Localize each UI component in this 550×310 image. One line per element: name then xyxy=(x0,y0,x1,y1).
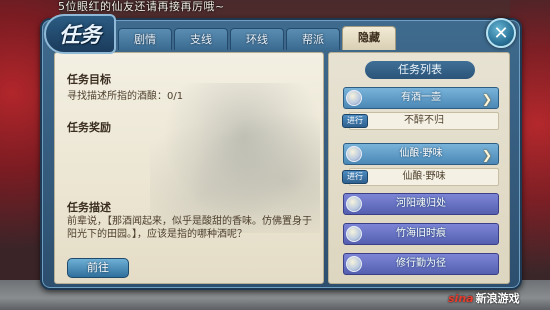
goal-text: 寻找描述所指的酒酿：0/1 xyxy=(67,91,184,102)
goal-title: 任务目标 xyxy=(67,73,111,86)
close-button[interactable]: ✕ xyxy=(486,18,516,48)
in-progress-badge: 进行 xyxy=(342,170,368,184)
quest-icon xyxy=(346,226,362,242)
quest-item-label: 河阳魂归处 xyxy=(396,198,446,209)
quest-list-panel: 任务列表 有酒一壶 ❯ 进行 不醉不归 仙酿·野味 ❯ 进行 仙酿·野味 河阳魂… xyxy=(328,52,510,284)
quest-icon xyxy=(346,90,362,106)
in-progress-badge: 进行 xyxy=(342,114,368,128)
tab-side[interactable]: 支线 xyxy=(174,28,228,50)
reward-title: 任务奖励 xyxy=(67,121,111,134)
tab-loop[interactable]: 环线 xyxy=(230,28,284,50)
quest-item-xiuxing[interactable]: 修行勤为径 xyxy=(343,253,499,275)
watermark-text: 新浪游戏 xyxy=(475,292,520,305)
quest-item-label: 竹海旧时痕 xyxy=(396,228,446,239)
sina-watermark: sina 新浪游戏 xyxy=(448,290,520,306)
chevron-down-icon: ❯ xyxy=(481,92,492,106)
tab-guild[interactable]: 帮派 xyxy=(286,28,340,50)
chevron-down-icon: ❯ xyxy=(481,148,492,162)
quest-subitem-xianniang-yewei[interactable]: 进行 仙酿·野味 xyxy=(342,168,499,186)
tab-story[interactable]: 剧情 xyxy=(118,28,172,50)
quest-item-heyang[interactable]: 河阳魂归处 xyxy=(343,193,499,215)
quest-subitem-label: 不醉不归 xyxy=(404,115,444,126)
quest-item-zhuhai[interactable]: 竹海旧时痕 xyxy=(343,223,499,245)
quest-detail-panel: 任务目标 寻找描述所指的酒酿：0/1 任务奖励 任务描述 前辈说，【那酒闻起来，… xyxy=(54,52,324,284)
quest-subitem-buzuibugui[interactable]: 进行 不醉不归 xyxy=(342,112,499,130)
quest-item-youjiuyihu[interactable]: 有酒一壶 ❯ xyxy=(343,87,499,109)
window-title: 任务 xyxy=(44,14,116,54)
ink-landscape-decoration xyxy=(150,83,320,233)
quest-icon xyxy=(346,256,362,272)
desc-text: 前辈说，【那酒闻起来，似乎是酸甜的香味。仿佛置身于阳光下的田园。】，应该是指的哪… xyxy=(67,216,312,240)
quest-item-label: 修行勤为径 xyxy=(396,258,446,269)
sina-logo: sina xyxy=(448,292,474,305)
close-icon: ✕ xyxy=(493,22,509,44)
quest-tabs: 剧情 支线 环线 帮派 隐藏 xyxy=(118,26,396,50)
quest-item-xianniang-yewei[interactable]: 仙酿·野味 ❯ xyxy=(343,143,499,165)
goto-button[interactable]: 前往 xyxy=(67,258,129,278)
quest-list-header: 任务列表 xyxy=(365,61,475,79)
system-notice: 5位眼红的仙友还请再接再厉哦~ xyxy=(58,0,225,13)
quest-icon xyxy=(346,196,362,212)
quest-subitem-label: 仙酿·野味 xyxy=(402,171,446,182)
quest-item-label: 仙酿·野味 xyxy=(399,148,443,159)
quest-item-label: 有酒一壶 xyxy=(401,92,441,103)
quest-icon xyxy=(346,146,362,162)
tab-hidden[interactable]: 隐藏 xyxy=(342,26,396,50)
desc-title: 任务描述 xyxy=(67,201,111,214)
